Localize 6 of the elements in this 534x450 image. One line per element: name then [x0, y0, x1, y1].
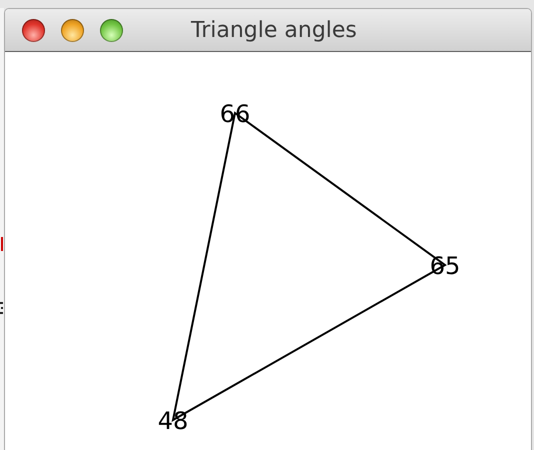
angle-label: 48	[158, 407, 188, 435]
zoom-button[interactable]	[100, 18, 123, 42]
window-title: Triangle angles	[191, 18, 357, 42]
angle-label: 66	[220, 100, 250, 128]
close-button[interactable]	[22, 18, 45, 42]
minimize-button[interactable]	[61, 18, 84, 42]
